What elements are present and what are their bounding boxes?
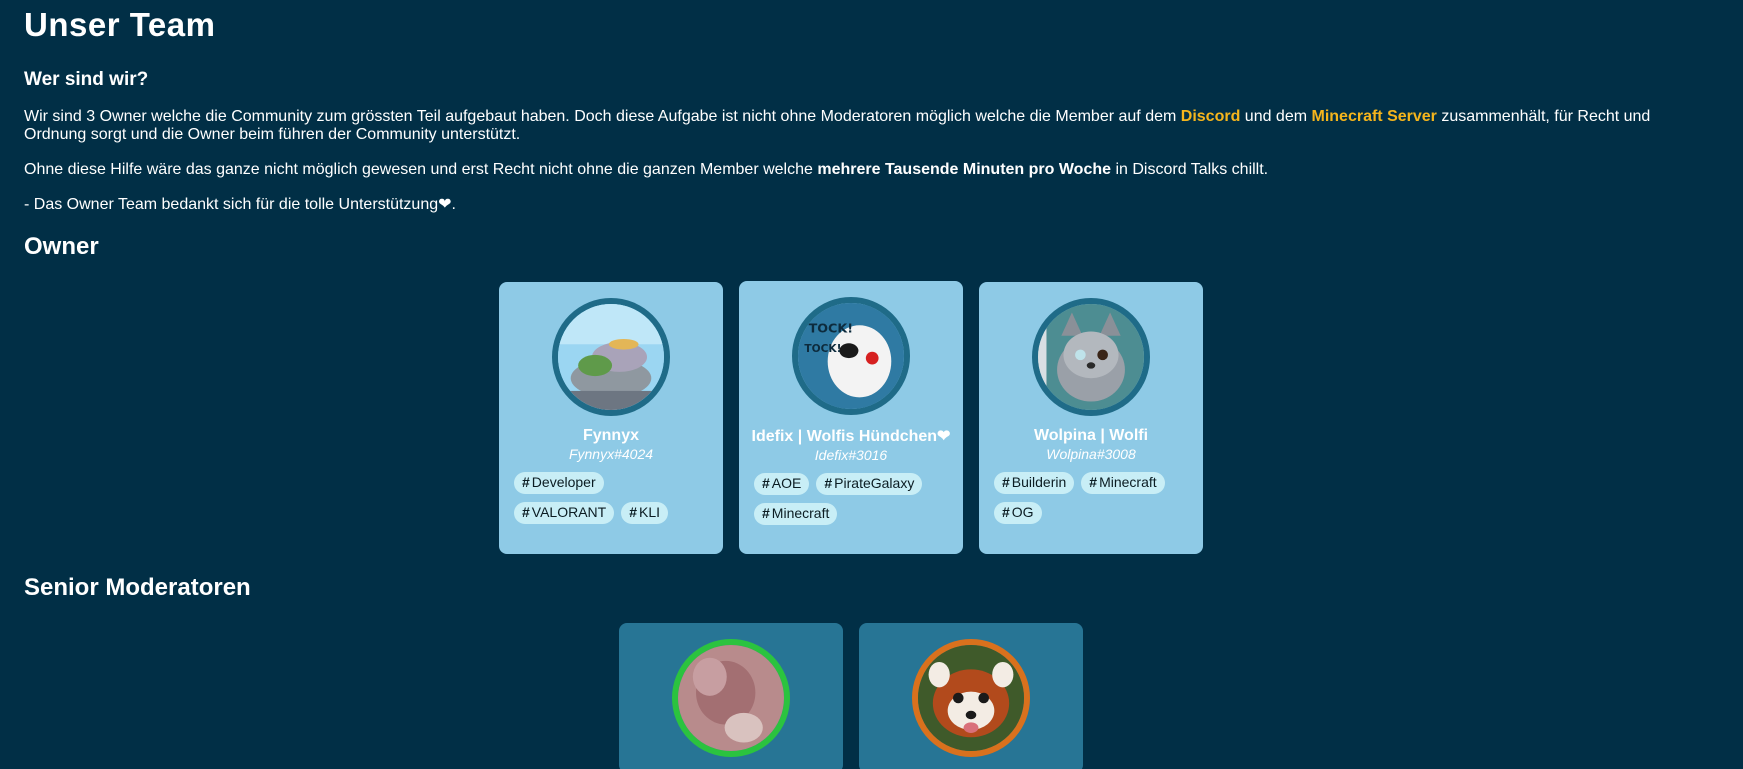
- owner-heading: Owner: [24, 233, 99, 260]
- avatar: [552, 298, 670, 416]
- tag-badge: # AOE: [754, 473, 810, 495]
- tag-badge: # VALORANT: [514, 502, 615, 524]
- tag-badge: # Developer: [514, 472, 604, 494]
- about-text: und dem: [1240, 108, 1312, 125]
- avatar: [1032, 298, 1150, 416]
- senior-moderator-card: [859, 623, 1083, 769]
- hash-icon: #: [1002, 474, 1010, 490]
- tag-label: Builderin: [1011, 474, 1067, 490]
- page-title: Unser Team: [24, 6, 216, 43]
- hash-icon: #: [824, 475, 833, 491]
- senior-moderator-card: [619, 623, 843, 769]
- member-name: Wolpina | Wolfi: [1033, 427, 1149, 444]
- hash-icon: #: [1089, 474, 1098, 490]
- discord-tag: Fynnyx#4024: [568, 446, 654, 462]
- hash-icon: #: [1002, 504, 1010, 520]
- hash-icon: #: [762, 475, 770, 491]
- avatar: TOCK! TOCK!: [792, 297, 910, 415]
- tag-badge: # Builderin: [994, 472, 1075, 494]
- tag-badge: # PirateGalaxy: [816, 473, 923, 495]
- hash-icon: #: [629, 504, 638, 520]
- about-paragraph-1: Wir sind 3 Owner welche die Community zu…: [24, 108, 1714, 144]
- hash-icon: #: [522, 474, 530, 490]
- about-emphasis: mehrere Tausende Minuten pro Woche: [817, 161, 1112, 178]
- about-paragraph-2: Ohne diese Hilfe wäre das ganze nicht mö…: [24, 161, 1714, 179]
- senior-moderators-heading: Senior Moderatoren: [24, 574, 251, 601]
- tag-list: # Developer# VALORANT # KLI: [499, 462, 723, 532]
- owner-card: TOCK! TOCK! Idefix | Wolfis Hündchen❤ Id…: [739, 281, 963, 554]
- member-name: Idefix | Wolfis Hündchen❤: [751, 428, 951, 445]
- tag-badge: # Minecraft: [1081, 472, 1165, 494]
- section-subtitle: Wer sind wir?: [24, 69, 149, 90]
- discord-link[interactable]: Discord: [1181, 108, 1241, 125]
- tag-badge: # OG: [994, 502, 1042, 524]
- tag-label: Developer: [531, 474, 596, 490]
- owner-card: Wolpina | Wolfi Wolpina#3008 # Builderin #…: [979, 282, 1203, 554]
- avatar: [912, 639, 1030, 757]
- svg-text:TOCK!: TOCK!: [809, 321, 853, 336]
- minecraft-server-link[interactable]: Minecraft Server: [1312, 108, 1437, 125]
- about-text: Wir sind 3 Owner welche die Community zu…: [24, 108, 1181, 125]
- about-paragraph-3: - Das Owner Team bedankt sich für die to…: [24, 196, 456, 213]
- tag-label: Minecraft: [771, 505, 830, 521]
- tag-badge: # KLI: [621, 502, 669, 524]
- hash-icon: #: [762, 505, 770, 521]
- tag-label: AOE: [771, 475, 802, 491]
- tag-label: OG: [1011, 504, 1034, 520]
- tag-label: KLI: [639, 504, 661, 520]
- tag-label: PirateGalaxy: [834, 475, 915, 491]
- hash-icon: #: [522, 504, 530, 520]
- discord-tag: Idefix#3016: [814, 447, 888, 463]
- avatar: [672, 639, 790, 757]
- member-name: Fynnyx: [582, 427, 639, 444]
- tag-list: # Builderin # Minecraft# OG: [979, 462, 1203, 532]
- tag-label: Minecraft: [1099, 474, 1157, 490]
- tag-badge: # Minecraft: [754, 503, 838, 525]
- discord-tag: Wolpina#3008: [1046, 446, 1136, 462]
- about-text: Ohne diese Hilfe wäre das ganze nicht mö…: [24, 161, 818, 178]
- about-text: in Discord Talks chillt.: [1111, 161, 1269, 178]
- svg-text:TOCK!: TOCK!: [804, 343, 841, 355]
- owner-card: Fynnyx Fynnyx#4024 # Developer# VALORANT # K…: [499, 282, 723, 554]
- tag-label: VALORANT: [531, 504, 607, 520]
- tag-list: # AOE # PirateGalaxy# Minecraft: [739, 463, 963, 533]
- team-page: Unser Team Wer sind wir? Wir sind 3 Owne…: [0, 0, 1743, 769]
